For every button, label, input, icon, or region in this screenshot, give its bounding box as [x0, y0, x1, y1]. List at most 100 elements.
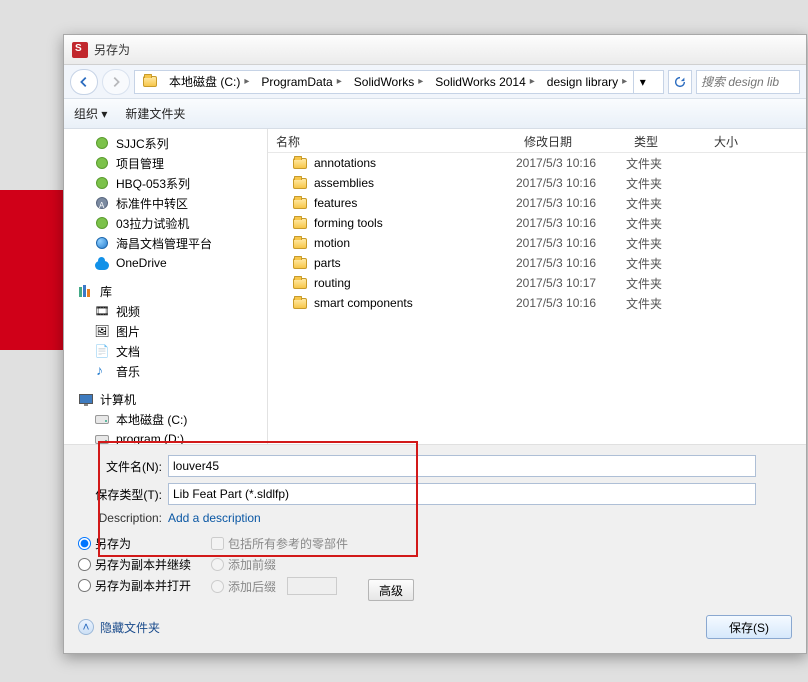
file-type: 文件夹: [626, 215, 706, 232]
tree-item[interactable]: 📄文档: [64, 341, 267, 361]
filetype-label: 保存类型(T):: [78, 486, 168, 503]
back-button[interactable]: [70, 69, 98, 95]
search-input[interactable]: [701, 75, 795, 89]
cloud-icon: [94, 255, 110, 271]
column-name[interactable]: 名称: [268, 129, 516, 152]
tree-item[interactable]: 音乐: [64, 361, 267, 381]
radio-add-prefix[interactable]: 添加前缀: [211, 556, 348, 573]
folder-tree[interactable]: SJJC系列 项目管理 HBQ-053系列 标准件中转区 03拉力试验机 海昌文…: [64, 129, 268, 444]
refresh-button[interactable]: [668, 70, 692, 94]
organize-button[interactable]: 组织 ▾: [74, 105, 107, 122]
hide-folders-toggle[interactable]: ˄ 隐藏文件夹: [78, 619, 160, 636]
tree-item[interactable]: SJJC系列: [64, 133, 267, 153]
table-row[interactable]: routing2017/5/3 10:17文件夹: [268, 273, 806, 293]
music-icon: [94, 363, 110, 379]
advanced-button[interactable]: 高级: [368, 579, 414, 601]
breadcrumb-item[interactable]: design library▸: [541, 71, 633, 93]
table-row[interactable]: parts2017/5/3 10:16文件夹: [268, 253, 806, 273]
file-type: 文件夹: [626, 175, 706, 192]
file-name: routing: [314, 276, 351, 290]
save-button[interactable]: 保存(S): [706, 615, 792, 639]
check-include-refs[interactable]: 包括所有参考的零部件: [211, 535, 348, 552]
tree-item[interactable]: 本地磁盘 (C:): [64, 409, 267, 429]
globe-icon: [94, 235, 110, 251]
save-options: 另存为 另存为副本并继续 另存为副本并打开 包括所有参考的零部件 添加前缀 添加…: [78, 535, 792, 601]
chevron-right-icon: ▸: [244, 76, 249, 87]
table-row[interactable]: motion 2017/5/3 10:16文件夹: [268, 233, 806, 253]
chevron-right-icon: ▸: [337, 76, 342, 87]
breadcrumb-item[interactable]: SolidWorks 2014▸: [429, 71, 541, 93]
breadcrumb-bar[interactable]: 本地磁盘 (C:)▸ ProgramData▸ SolidWorks▸ Soli…: [134, 70, 664, 94]
file-name: motion: [314, 236, 350, 250]
filetype-row: 保存类型(T):: [78, 483, 792, 505]
description-label: Description:: [78, 511, 168, 525]
background-red-stripe: [0, 190, 65, 350]
file-date: 2017/5/3 10:16: [516, 256, 626, 270]
table-row[interactable]: annotations2017/5/3 10:16文件夹: [268, 153, 806, 173]
folder-icon: [94, 195, 110, 211]
file-list[interactable]: annotations2017/5/3 10:16文件夹assemblies20…: [268, 153, 806, 444]
breadcrumb-item[interactable]: SolidWorks▸: [348, 71, 430, 93]
file-type: 文件夹: [626, 275, 706, 292]
file-date: 2017/5/3 10:16: [516, 236, 626, 250]
add-description-link[interactable]: Add a description: [168, 511, 261, 525]
table-row[interactable]: smart components2017/5/3 10:16文件夹: [268, 293, 806, 313]
suffix-input: [287, 577, 337, 595]
library-icon: [78, 283, 94, 299]
drive-icon: [94, 431, 110, 444]
file-type: 文件夹: [626, 155, 706, 172]
tree-item[interactable]: 🎞视频: [64, 301, 267, 321]
file-date: 2017/5/3 10:16: [516, 216, 626, 230]
radio-savecopy-open[interactable]: 另存为副本并打开: [78, 577, 191, 594]
file-name: forming tools: [314, 216, 383, 230]
table-row[interactable]: forming tools 2017/5/3 10:16文件夹: [268, 213, 806, 233]
radio-saveas[interactable]: 另存为: [78, 535, 191, 552]
forward-button[interactable]: [102, 69, 130, 95]
breadcrumb-item[interactable]: ProgramData▸: [255, 71, 347, 93]
folder-icon: [292, 175, 308, 191]
folder-icon: [292, 255, 308, 271]
new-folder-button[interactable]: 新建文件夹: [125, 105, 185, 122]
file-date: 2017/5/3 10:16: [516, 196, 626, 210]
file-name: annotations: [314, 156, 376, 170]
table-row[interactable]: assemblies2017/5/3 10:16文件夹: [268, 173, 806, 193]
file-list-pane: 名称 修改日期 类型 大小 annotations2017/5/3 10:16文…: [268, 129, 806, 444]
tree-item[interactable]: HBQ-053系列: [64, 173, 267, 193]
radio-add-suffix[interactable]: 添加后缀: [211, 577, 348, 595]
tree-libraries[interactable]: 库: [64, 281, 267, 301]
filetype-select[interactable]: [168, 483, 756, 505]
computer-icon: [78, 391, 94, 407]
nav-bar: 本地磁盘 (C:)▸ ProgramData▸ SolidWorks▸ Soli…: [64, 65, 806, 99]
tree-item[interactable]: 海昌文档管理平台: [64, 233, 267, 253]
radio-savecopy-continue[interactable]: 另存为副本并继续: [78, 556, 191, 573]
tree-item[interactable]: 03拉力试验机: [64, 213, 267, 233]
tree-computer[interactable]: 计算机: [64, 389, 267, 409]
filename-row: 文件名(N):: [78, 455, 792, 477]
filename-input[interactable]: [168, 455, 756, 477]
tree-item[interactable]: 🖼图片: [64, 321, 267, 341]
file-type: 文件夹: [626, 235, 706, 252]
tree-item[interactable]: program (D:): [64, 429, 267, 444]
description-row: Description: Add a description: [78, 511, 792, 525]
folder-icon: [94, 175, 110, 191]
column-size[interactable]: 大小: [706, 129, 806, 152]
column-date[interactable]: 修改日期: [516, 129, 626, 152]
column-type[interactable]: 类型: [626, 129, 706, 152]
tree-item[interactable]: OneDrive: [64, 253, 267, 273]
column-headers: 名称 修改日期 类型 大小: [268, 129, 806, 153]
breadcrumb-item[interactable]: 本地磁盘 (C:)▸: [163, 71, 255, 93]
title-bar[interactable]: 另存为: [64, 35, 806, 65]
table-row[interactable]: features2017/5/3 10:16文件夹: [268, 193, 806, 213]
arrow-left-icon: [77, 75, 91, 89]
toolbar: 组织 ▾ 新建文件夹: [64, 99, 806, 129]
save-as-dialog: 另存为 本地磁盘 (C:)▸ ProgramData▸ SolidWorks▸ …: [63, 34, 807, 654]
drive-icon: [94, 411, 110, 427]
tree-item[interactable]: 标准件中转区: [64, 193, 267, 213]
bottom-panel: 文件名(N): 保存类型(T): Description: Add a desc…: [64, 444, 806, 653]
refresh-icon: [673, 75, 687, 89]
folder-icon: [94, 135, 110, 151]
breadcrumb-dropdown[interactable]: ▾: [633, 70, 651, 94]
search-box[interactable]: [696, 70, 800, 94]
tree-item[interactable]: 项目管理: [64, 153, 267, 173]
chevron-right-icon: ▸: [622, 76, 627, 87]
